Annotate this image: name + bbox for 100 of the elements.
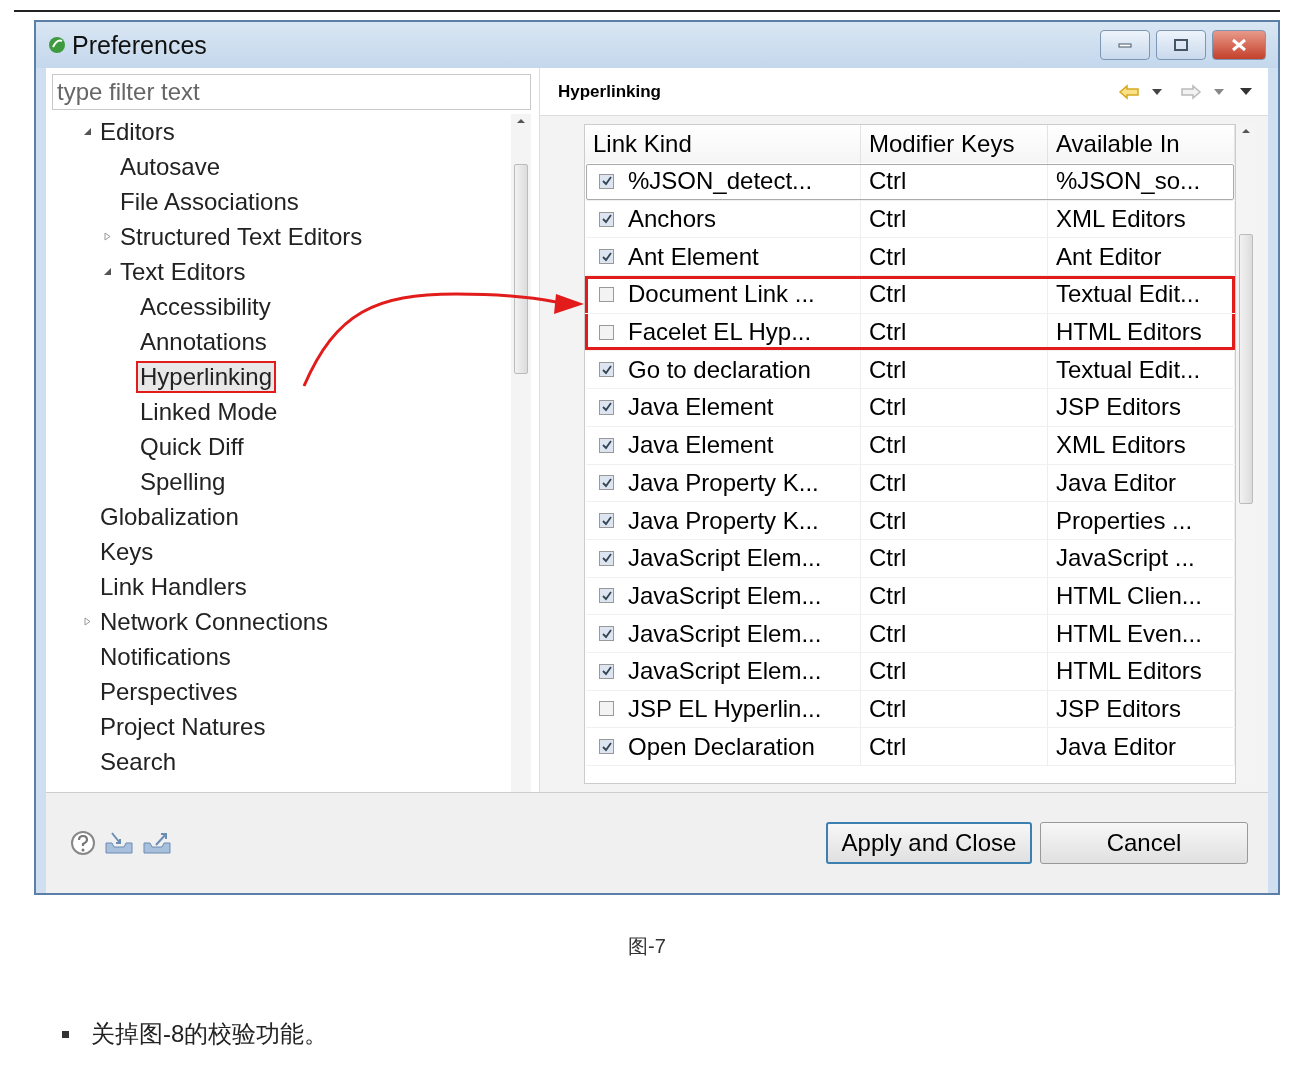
tree-item[interactable]: Spelling <box>136 465 230 498</box>
scroll-up-icon[interactable] <box>1242 128 1250 134</box>
table-cell: Ctrl <box>869 355 907 384</box>
minimize-button[interactable] <box>1100 30 1150 60</box>
table-cell: Ctrl <box>869 619 907 648</box>
table-cell: %JSON_detect... <box>628 167 813 196</box>
collapsed-arrow-icon[interactable] <box>102 232 112 241</box>
minimize-icon <box>1118 42 1132 48</box>
checkbox[interactable] <box>599 626 614 642</box>
maximize-button[interactable] <box>1156 30 1206 60</box>
checkbox[interactable] <box>599 513 614 529</box>
checkbox[interactable] <box>599 362 614 378</box>
table-cell: Ctrl <box>869 318 907 347</box>
export-icon[interactable] <box>142 831 172 855</box>
collapsed-arrow-icon[interactable] <box>82 617 92 626</box>
table-cell: JavaScript ... <box>1056 544 1195 573</box>
tree-item[interactable]: Keys <box>96 535 158 568</box>
import-icon[interactable] <box>104 831 134 855</box>
figure-caption: 图-7 <box>627 934 667 959</box>
table-cell: HTML Editors <box>1056 657 1202 686</box>
table-cell: Ctrl <box>869 280 907 309</box>
table-cell: Facelet EL Hyp... <box>628 318 812 347</box>
scrollbar-thumb[interactable] <box>514 164 528 374</box>
table-cell: Java Editor <box>1056 732 1177 761</box>
scroll-up-icon[interactable] <box>517 118 525 124</box>
bullet-icon <box>62 1030 69 1038</box>
table-cell: %JSON_so... <box>1056 167 1201 196</box>
table-cell: Ctrl <box>869 732 907 761</box>
tree-item[interactable]: Project Natures <box>96 710 270 743</box>
table-cell: Open Declaration <box>628 732 815 761</box>
table-cell: Ctrl <box>869 694 907 723</box>
menu-icon[interactable] <box>1240 88 1252 95</box>
checkbox[interactable] <box>599 211 614 227</box>
tree-item[interactable]: Autosave <box>116 150 225 183</box>
table-cell: JavaScript Elem... <box>628 619 822 648</box>
tree-item[interactable]: Structured Text Editors <box>116 220 367 253</box>
table-cell: Ctrl <box>869 581 907 610</box>
tree-item[interactable]: Annotations <box>136 325 271 358</box>
tree-item[interactable]: Quick Diff <box>136 430 248 463</box>
maximize-icon <box>1174 39 1188 51</box>
table-cell: JSP Editors <box>1056 393 1181 422</box>
tree-item[interactable]: File Associations <box>116 185 303 218</box>
checkbox[interactable] <box>599 550 614 566</box>
table-cell: Ctrl <box>869 431 907 460</box>
table-cell: JavaScript Elem... <box>628 544 822 573</box>
table-cell: Ant Editor <box>1056 242 1162 271</box>
table-cell: JavaScript Elem... <box>628 657 822 686</box>
checkbox[interactable] <box>599 249 614 265</box>
dialog-button[interactable]: Apply and Close <box>826 822 1032 864</box>
window-title: Preferences <box>72 30 208 60</box>
scrollbar-thumb[interactable] <box>1239 234 1253 504</box>
tree-item[interactable]: Link Handlers <box>96 570 251 603</box>
table-cell: Ant Element <box>628 242 759 271</box>
checkbox[interactable] <box>599 588 614 604</box>
tree-item[interactable]: Linked Mode <box>136 395 282 428</box>
tree-item[interactable]: Notifications <box>96 640 235 673</box>
table-cell: Document Link ... <box>628 280 815 309</box>
expanded-arrow-icon[interactable] <box>102 267 112 276</box>
table-cell: Java Property K... <box>628 506 819 535</box>
table-cell: Anchors <box>628 205 717 234</box>
tree-item[interactable]: Search <box>96 745 181 778</box>
table-cell: XML Editors <box>1056 205 1186 234</box>
table-cell: Properties ... <box>1056 506 1193 535</box>
table-cell: JSP EL Hyperlin... <box>628 694 822 723</box>
checkbox[interactable] <box>599 739 614 755</box>
tree-item[interactable]: Hyperlinking <box>136 360 277 393</box>
tree-item[interactable]: Text Editors <box>116 255 250 288</box>
tree-item[interactable]: Accessibility <box>136 290 275 323</box>
close-button[interactable] <box>1212 30 1266 60</box>
instruction-text: 关掉图-8的校验功能。 <box>91 1019 329 1049</box>
column-header[interactable]: Available In <box>1048 125 1235 163</box>
table-cell: Go to declaration <box>628 355 811 384</box>
dialog-button[interactable]: Cancel <box>1040 822 1248 864</box>
expanded-arrow-icon[interactable] <box>82 127 92 136</box>
table-cell: JavaScript Elem... <box>628 581 822 610</box>
tree-item[interactable]: Editors <box>96 115 179 148</box>
checkbox[interactable] <box>599 475 614 491</box>
tree-item[interactable]: Network Connections <box>96 605 333 638</box>
filter-field[interactable]: type filter text <box>52 74 531 110</box>
table-cell: XML Editors <box>1056 431 1186 460</box>
table-cell: Ctrl <box>869 506 907 535</box>
checkbox[interactable] <box>599 324 614 340</box>
column-header[interactable]: Link Kind <box>585 125 861 163</box>
checkbox[interactable] <box>599 663 614 679</box>
table-cell: Ctrl <box>869 393 907 422</box>
tree-item[interactable]: Perspectives <box>96 675 242 708</box>
tree-scrollbar[interactable] <box>511 114 531 792</box>
column-header[interactable]: Modifier Keys <box>861 125 1048 163</box>
checkbox[interactable] <box>599 286 614 302</box>
checkbox[interactable] <box>599 173 614 189</box>
checkbox[interactable] <box>599 399 614 415</box>
dropdown-icon[interactable] <box>1152 88 1162 95</box>
help-icon[interactable] <box>70 830 96 856</box>
close-icon <box>1231 38 1247 52</box>
table-cell: Ctrl <box>869 205 907 234</box>
table-cell: HTML Editors <box>1056 318 1202 347</box>
table-cell: Java Editor <box>1056 468 1177 497</box>
checkbox[interactable] <box>599 437 614 453</box>
tree-item[interactable]: Globalization <box>96 500 243 533</box>
checkbox[interactable] <box>599 701 614 717</box>
